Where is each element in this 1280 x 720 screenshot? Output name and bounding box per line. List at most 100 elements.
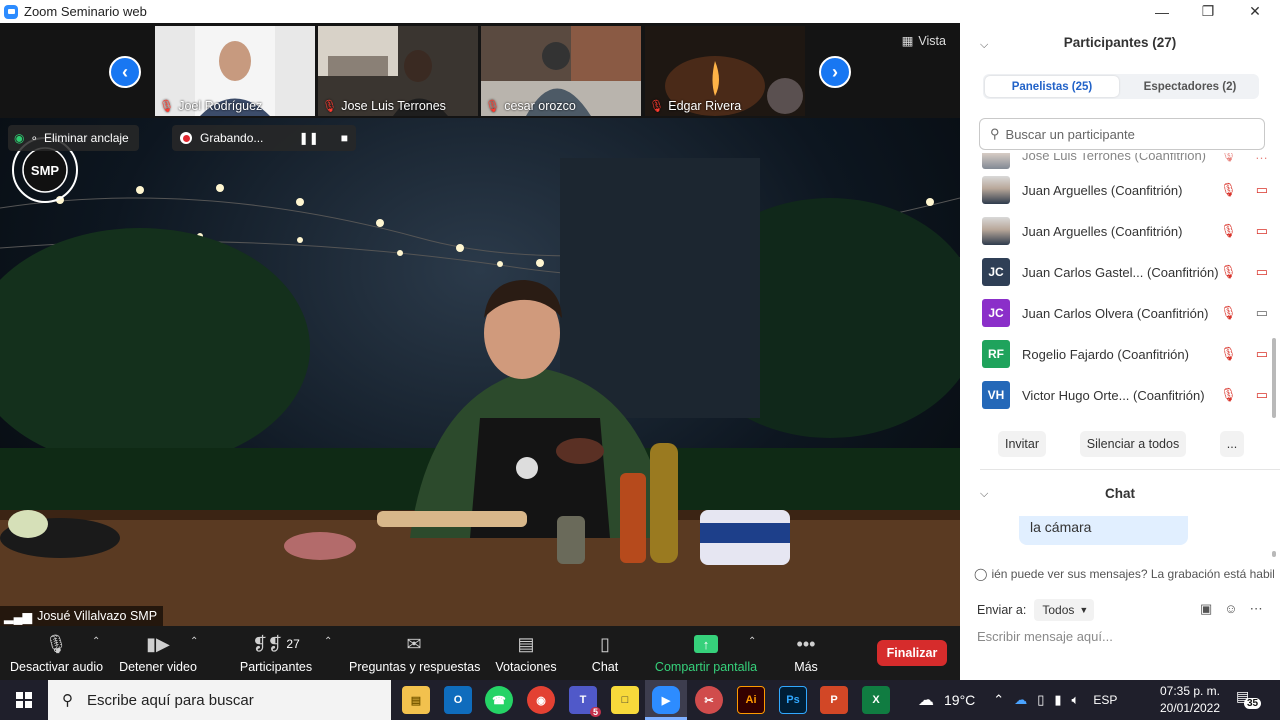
tab-panelists[interactable]: Panelistas (25) [985,76,1119,97]
pause-recording-icon[interactable]: ❚❚ [299,131,319,145]
participant-row[interactable]: Jose Luis Terrones (Coanfitrión) 🎙︎… [982,153,1268,170]
stop-video-label: Detener video [119,660,197,674]
taskbar-search-placeholder: Escribe aquí para buscar [87,691,254,709]
more-options-button[interactable]: ... [1220,431,1244,457]
illustrator-icon[interactable]: Ai [737,686,765,714]
participant-row[interactable]: Juan Arguelles (Coanfitrión) 🎙︎ ▭ [982,216,1268,246]
participant-row[interactable]: RF Rogelio Fajardo (Coanfitrión) 🎙︎ ▭ [982,339,1268,369]
muted-mic-icon: 🎙︎ [159,99,175,113]
participants-label: Participantes [239,660,313,674]
file-icon[interactable]: ▣ [1200,601,1212,617]
photoshop-icon[interactable]: Ps [779,686,807,714]
stop-recording-icon[interactable]: ■ [341,131,348,145]
chat-bubble-icon: ▯ [600,633,610,654]
tab-attendees[interactable]: Espectadores (2) [1123,76,1257,97]
video-thumbnail[interactable]: 🎙︎ Jose Luis Terrones [318,26,478,116]
zoom-taskbar-icon[interactable]: ▶ [652,686,680,714]
main-speaker-video[interactable]: SMP ◉ ∘ Eliminar anclaje Grabando... ❚❚ … [0,118,960,626]
people-icon: ❡❡ [252,633,283,654]
search-icon: ⚲ [62,692,73,709]
more-dots-icon[interactable]: ⋯ [1250,601,1263,617]
stop-video-button[interactable]: ▮▶ Detener video [118,632,198,675]
send-to-row: Enviar a: Todos ▼ [977,599,1095,621]
share-screen-icon: ↑ [694,635,718,653]
video-thumbnail[interactable]: 🎙︎ Joel Rodríguez [155,26,315,116]
emoji-icon[interactable]: ☺ [1224,601,1237,617]
next-page-button[interactable]: › [819,56,851,88]
send-to-dropdown[interactable]: Todos ▼ [1034,599,1095,621]
onedrive-icon[interactable]: ☁ [1014,692,1027,708]
previous-page-button[interactable]: ‹ [109,56,141,88]
participant-list-scrollbar[interactable] [1272,338,1276,418]
pin-icon: ∘ [30,131,38,145]
participant-row[interactable]: Juan Arguelles (Coanfitrión) 🎙︎ ▭ [982,175,1268,205]
participant-row[interactable]: JC Juan Carlos Gastel... (Coanfitrión) 🎙… [982,257,1268,287]
minimize-button[interactable]: — [1139,0,1185,23]
chrome-icon[interactable]: ◉ [527,686,555,714]
battery-icon[interactable]: ▮ [1054,692,1061,708]
participant-search-input[interactable]: ⚲ Buscar un participante [979,118,1265,150]
chat-panel-title: Chat [1105,486,1135,501]
sticky-notes-icon[interactable]: □ [611,686,639,714]
notification-center-button[interactable]: ▤ 35 [1236,688,1262,712]
qa-button[interactable]: ✉ Preguntas y respuestas [349,632,480,675]
taskbar-clock[interactable]: 07:35 p. m. 20/01/2022 [1150,683,1230,717]
shield-icon: ◉ [14,131,25,145]
mute-all-button[interactable]: Silenciar a todos [1080,431,1186,457]
participant-name: Joel Rodríguez [178,99,263,113]
people-icon: ◯ [974,567,988,581]
video-thumbnail[interactable]: 🎙︎ cesar orozco [481,26,641,116]
speaker-name-label: ▂▄▆ Josué Villalvazo SMP [0,606,164,626]
weather-cloud-icon[interactable]: ☁ [918,690,934,710]
window-title: Zoom Seminario web [24,4,147,19]
muted-mic-icon: 🎙︎ [1220,153,1237,162]
recording-label: Grabando... [200,131,264,145]
whatsapp-icon[interactable]: ☎ [485,686,513,714]
video-off-icon: ▭ [1255,264,1268,279]
participant-name: Juan Arguelles (Coanfitrión) [1022,223,1183,239]
mute-label: Desactivar audio [10,660,104,674]
more-button[interactable]: ••• Más [786,632,826,675]
end-meeting-button[interactable]: Finalizar [877,640,947,666]
video-thumbnail[interactable]: 🎙︎ Edgar Rivera [645,26,805,116]
excel-icon[interactable]: X [862,686,890,714]
polls-button[interactable]: ▤ Votaciones [494,632,558,675]
share-screen-label: Compartir pantalla [654,660,758,674]
share-screen-button[interactable]: ↑ Compartir pantalla [652,632,760,674]
chat-message-input[interactable]: Escribir mensaje aquí... [977,629,1113,644]
chat-scrollbar[interactable] [1272,551,1276,557]
share-options-chevron-icon[interactable]: ⌃ [748,636,756,647]
audio-options-chevron-icon[interactable]: ⌃ [92,636,100,647]
start-button[interactable] [0,680,48,720]
snipping-tool-icon[interactable]: ✂ [695,686,723,714]
participants-options-chevron-icon[interactable]: ⌃ [324,636,332,647]
input-language[interactable]: ESP [1093,693,1117,707]
chat-button[interactable]: ▯ Chat [585,632,625,675]
restore-button[interactable]: ❐ [1185,0,1231,23]
microphone-icon: 🎙︎ [44,633,68,654]
participants-button[interactable]: ❡❡ 27 Participantes [238,632,314,675]
mute-button[interactable]: 🎙︎ Desactivar audio [10,632,104,675]
recording-dot-icon [180,132,192,144]
file-explorer-icon[interactable]: ▤ [402,686,430,714]
view-button[interactable]: ▦ Vista [901,33,946,49]
taskbar-search-box[interactable]: ⚲ Escribe aquí para buscar [48,680,391,720]
invite-button[interactable]: Invitar [998,431,1046,457]
close-button[interactable]: ✕ [1232,0,1278,23]
participant-row[interactable]: JC Juan Carlos Olvera (Coanfitrión) 🎙︎ ▭ [982,298,1268,328]
powerpoint-icon[interactable]: P [820,686,848,714]
volume-icon[interactable]: 🔈︎ [1072,692,1080,708]
participant-avatar: JC [982,299,1010,327]
video-options-chevron-icon[interactable]: ⌃ [190,636,198,647]
weather-temperature[interactable]: 19°C [944,692,975,708]
grid-icon: ▦ [901,34,914,48]
unpin-button[interactable]: ◉ ∘ Eliminar anclaje [8,125,139,151]
teams-icon[interactable]: T5 [569,686,601,717]
participant-row[interactable]: VH Victor Hugo Orte... (Coanfitrión) 🎙︎ ▭ [982,380,1268,410]
show-hidden-icons-chevron-icon[interactable]: ⌃ [993,692,1004,708]
usb-device-icon[interactable]: ▯ [1037,692,1044,708]
outlook-icon[interactable]: O [444,686,472,714]
muted-mic-icon: 🎙︎ [485,99,501,113]
participant-list: Jose Luis Terrones (Coanfitrión) 🎙︎ … Jua… [960,153,1270,413]
participants-panel: ⌵ Participantes (27) Panelistas (25) Esp… [960,23,1280,680]
